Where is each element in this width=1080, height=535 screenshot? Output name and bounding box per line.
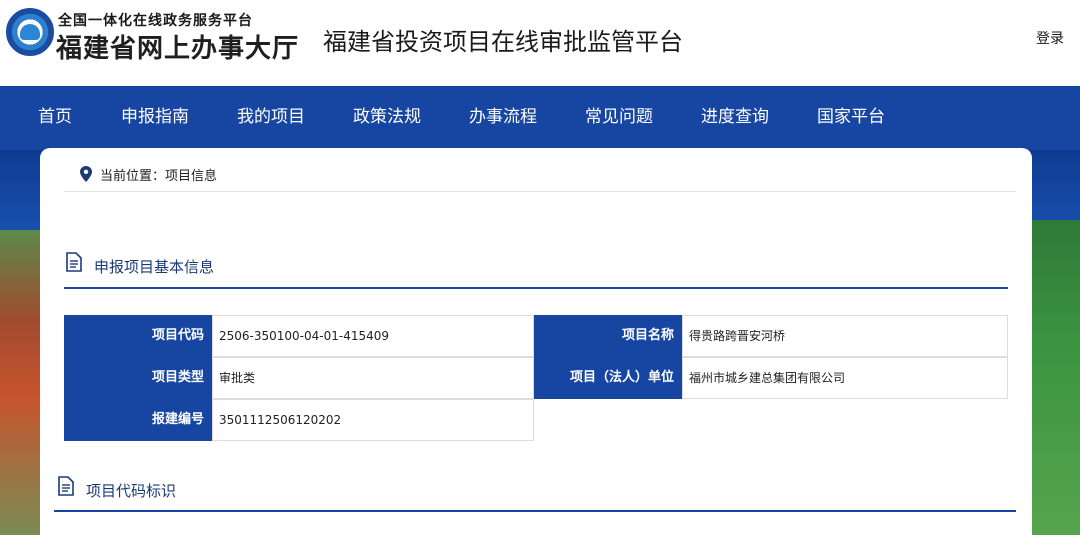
background-scenery-right bbox=[1030, 220, 1080, 535]
document-icon bbox=[66, 252, 82, 272]
basic-info-title: 申报项目基本信息 bbox=[94, 258, 215, 276]
nav-home[interactable]: 首页 bbox=[38, 102, 72, 127]
main-nav: 首页 申报指南 我的项目 政策法规 办事流程 常见问题 进度查询 国家平台 bbox=[0, 86, 1080, 150]
nav-process[interactable]: 办事流程 bbox=[469, 102, 537, 127]
document-icon bbox=[58, 476, 74, 496]
filing-number-value: 3501112506120202 bbox=[212, 399, 534, 441]
legal-entity-value: 福州市城乡建总集团有限公司 bbox=[682, 357, 1008, 399]
platform-title: 福建省投资项目在线审批监管平台 bbox=[323, 28, 683, 56]
basic-info-rule bbox=[64, 287, 1008, 289]
logo-title[interactable]: 福建省网上办事大厅 bbox=[56, 28, 299, 65]
breadcrumb-divider bbox=[64, 191, 1016, 192]
field-label: 项目（法人）单位 bbox=[534, 357, 682, 399]
project-name-value: 得贵路跨晋安河桥 bbox=[682, 315, 1008, 357]
site-header: 全国一体化在线政务服务平台 福建省网上办事大厅 福建省投资项目在线审批监管平台 … bbox=[0, 0, 1080, 86]
nav-policies[interactable]: 政策法规 bbox=[353, 102, 421, 127]
content-card: 当前位置：项目信息 申报项目基本信息 项目代码 2506-350100-04-0… bbox=[40, 148, 1032, 535]
location-pin-icon bbox=[80, 166, 92, 182]
info-row: 项目类型 审批类 项目（法人）单位 福州市城乡建总集团有限公司 bbox=[64, 357, 1008, 399]
field-label: 项目类型 bbox=[64, 357, 212, 399]
info-row: 项目代码 2506-350100-04-01-415409 项目名称 得贵路跨晋… bbox=[64, 315, 1008, 357]
project-type-value: 审批类 bbox=[212, 357, 534, 399]
background-scenery-left bbox=[0, 230, 40, 535]
nav-my-projects[interactable]: 我的项目 bbox=[237, 102, 305, 127]
nav-progress-query[interactable]: 进度查询 bbox=[701, 102, 769, 127]
project-code-value: 2506-350100-04-01-415409 bbox=[212, 315, 534, 357]
field-label: 报建编号 bbox=[64, 399, 212, 441]
field-label: 项目名称 bbox=[534, 315, 682, 357]
nav-faq[interactable]: 常见问题 bbox=[585, 102, 653, 127]
code-section-title: 项目代码标识 bbox=[86, 482, 177, 500]
breadcrumb-label: 当前位置：项目信息 bbox=[100, 169, 218, 184]
info-row: 报建编号 3501112506120202 bbox=[64, 399, 534, 441]
logo-subtitle: 全国一体化在线政务服务平台 bbox=[58, 13, 253, 29]
nav-national-platform[interactable]: 国家平台 bbox=[817, 102, 885, 127]
field-label: 项目代码 bbox=[64, 315, 212, 357]
code-section-rule bbox=[54, 510, 1016, 512]
login-link[interactable]: 登录 bbox=[1036, 28, 1064, 48]
nav-guide[interactable]: 申报指南 bbox=[121, 102, 189, 127]
hall-logo-icon[interactable] bbox=[6, 8, 54, 56]
